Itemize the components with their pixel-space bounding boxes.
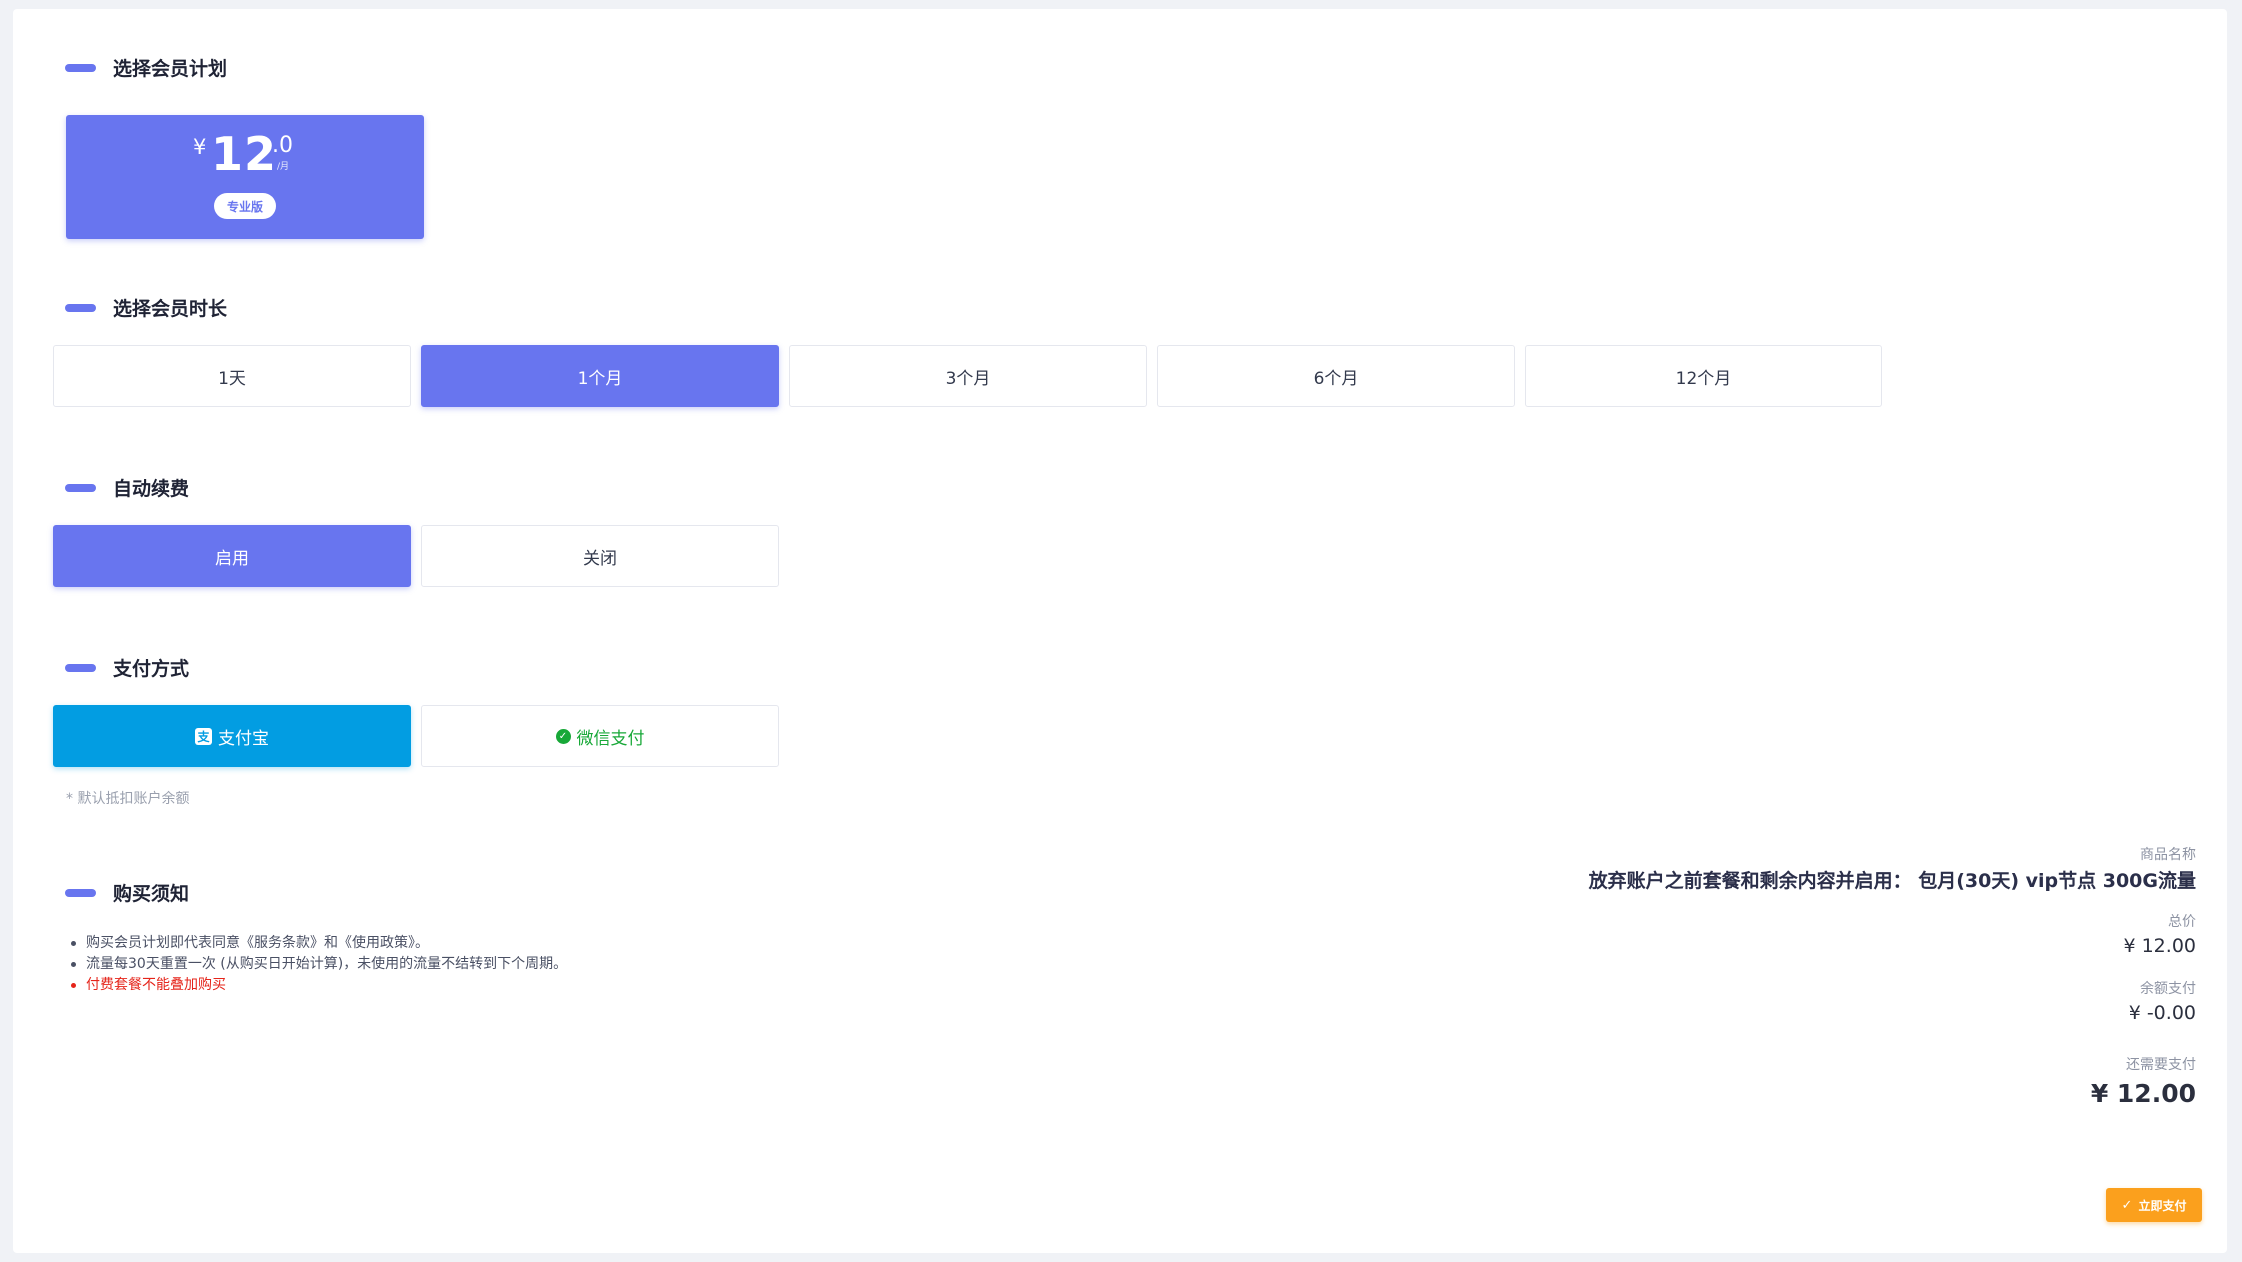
- auto-renew-on-button[interactable]: 启用: [53, 525, 411, 587]
- section-title-notice: 购买须知: [65, 879, 189, 906]
- section-title-auto-renew: 自动续费: [65, 474, 189, 501]
- bullet-icon: [71, 941, 76, 946]
- wechat-icon: ✓: [555, 728, 571, 744]
- plan-price-integer: 12: [211, 127, 278, 181]
- amount-due-value: ¥ 12.00: [2090, 1079, 2196, 1108]
- section-title-text: 选择会员计划: [113, 58, 228, 80]
- duration-option-12-months[interactable]: 12个月: [1525, 345, 1882, 407]
- product-name-label: 商品名称: [2140, 847, 2196, 863]
- plan-currency: ¥: [193, 135, 207, 159]
- section-title-text: 自动续费: [113, 478, 190, 500]
- duration-option-6-months[interactable]: 6个月: [1157, 345, 1515, 407]
- notice-item: 流量每30天重置一次 (从购买日开始计算)，未使用的流量不结转到下个周期。: [71, 954, 567, 975]
- section-title-text: 选择会员时长: [113, 298, 228, 320]
- amount-due-label: 还需要支付: [2126, 1057, 2196, 1073]
- notice-item-warning: 付费套餐不能叠加购买: [71, 975, 567, 996]
- section-title-duration: 选择会员时长: [65, 294, 227, 321]
- section-title-plan: 选择会员计划: [65, 54, 227, 81]
- duration-option-1-day[interactable]: 1天: [53, 345, 411, 407]
- duration-option-label: 1天: [218, 368, 246, 389]
- total-label: 总价: [2168, 914, 2196, 930]
- section-title-payment: 支付方式: [65, 654, 189, 681]
- auto-renew-on-label: 启用: [215, 548, 249, 569]
- notice-text: 付费套餐不能叠加购买: [86, 977, 226, 993]
- auto-renew-off-label: 关闭: [583, 548, 617, 569]
- bullet-icon: [71, 962, 76, 967]
- total-value: ¥ 12.00: [2123, 935, 2196, 957]
- balance-label: 余额支付: [2140, 981, 2196, 997]
- plan-badge: 专业版: [214, 193, 276, 219]
- section-bar: [65, 483, 96, 492]
- auto-renew-off-button[interactable]: 关闭: [421, 525, 779, 587]
- section-bar: [65, 63, 96, 72]
- duration-option-3-months[interactable]: 3个月: [789, 345, 1147, 407]
- payment-alipay-button[interactable]: 支 支付宝: [53, 705, 411, 767]
- check-icon: ✓: [2121, 1197, 2133, 1213]
- section-bar: [65, 663, 96, 672]
- section-bar: [65, 888, 96, 897]
- pay-now-button[interactable]: ✓ 立即支付: [2106, 1188, 2202, 1222]
- notice-list: 购买会员计划即代表同意《服务条款》和《使用政策》。 流量每30天重置一次 (从购…: [71, 933, 567, 996]
- section-bar: [65, 303, 96, 312]
- payment-alipay-label: 支付宝: [218, 728, 269, 749]
- section-title-text: 购买须知: [113, 883, 190, 905]
- payment-wechat-label: 微信支付: [576, 728, 645, 749]
- section-title-text: 支付方式: [113, 658, 190, 680]
- notice-item: 购买会员计划即代表同意《服务条款》和《使用政策》。: [71, 933, 567, 954]
- plan-price-decimal: .0: [272, 133, 293, 158]
- balance-value: ¥ -0.00: [2128, 1002, 2196, 1024]
- order-card: 选择会员计划 ¥ 12 .0 /月 专业版 选择会员时长 1天 1个月 3个月 …: [13, 9, 2227, 1253]
- balance-deduct-hint: * 默认抵扣账户余额: [66, 791, 190, 807]
- duration-option-label: 12个月: [1675, 368, 1732, 389]
- product-name: 放弃账户之前套餐和剩余内容并启用： 包月(30天) vip节点 300G流量: [1588, 870, 2196, 892]
- bullet-icon: [71, 983, 76, 988]
- plan-card-pro[interactable]: ¥ 12 .0 /月 专业版: [66, 115, 424, 239]
- payment-wechat-button[interactable]: ✓ 微信支付: [421, 705, 779, 767]
- plan-price-unit: /月: [277, 162, 290, 172]
- alipay-icon: 支: [195, 727, 212, 745]
- duration-option-label: 3个月: [945, 368, 991, 389]
- duration-option-label: 1个月: [577, 368, 623, 389]
- duration-option-1-month[interactable]: 1个月: [421, 345, 779, 407]
- notice-text: 购买会员计划即代表同意《服务条款》和《使用政策》。: [86, 935, 429, 951]
- duration-option-label: 6个月: [1313, 368, 1359, 389]
- notice-text: 流量每30天重置一次 (从购买日开始计算)，未使用的流量不结转到下个周期。: [86, 956, 568, 972]
- pay-now-label: 立即支付: [2138, 1198, 2187, 1213]
